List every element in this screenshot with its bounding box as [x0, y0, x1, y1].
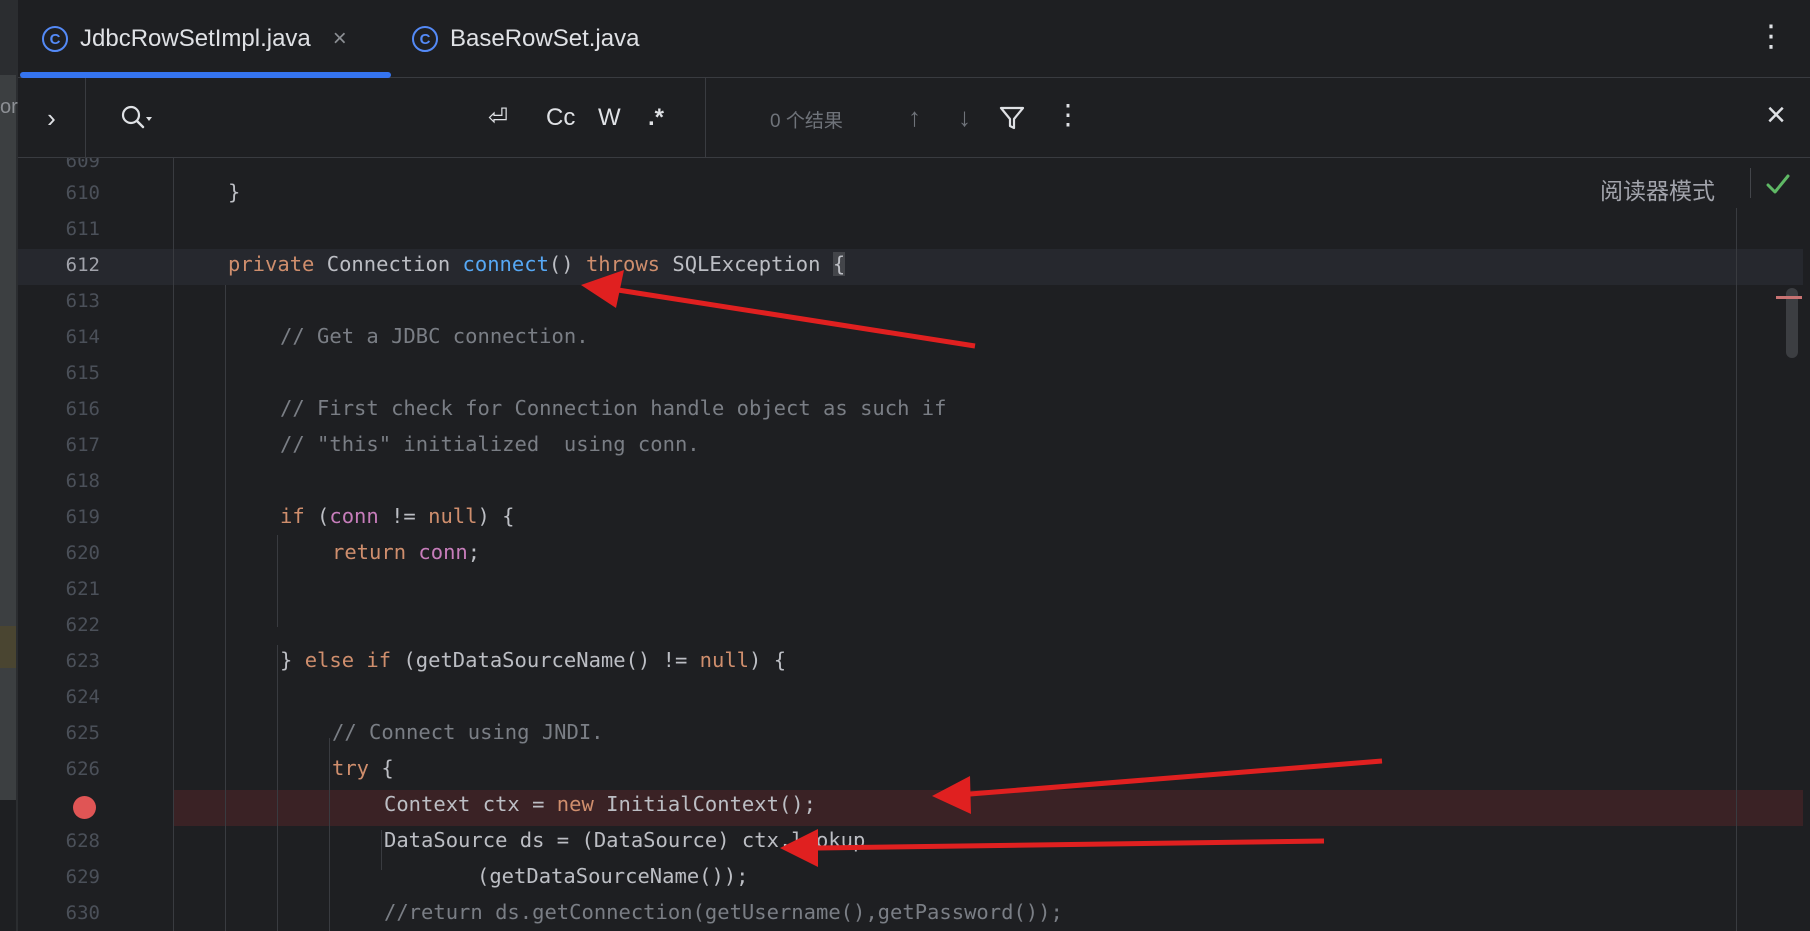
- tab-jdbcrowsetimpl[interactable]: C JdbcRowSetImpl.java ×: [42, 0, 347, 78]
- divider: [705, 78, 706, 158]
- whole-words-option[interactable]: W: [598, 100, 621, 136]
- annotation-arrowhead: [932, 776, 971, 814]
- annotation-arrowhead: [581, 270, 624, 308]
- class-icon: C: [42, 26, 68, 52]
- previous-occurrence-icon[interactable]: ↑: [908, 102, 921, 133]
- class-icon: C: [412, 26, 438, 52]
- background-panel: [0, 75, 16, 801]
- next-occurrence-icon[interactable]: ↓: [958, 102, 971, 133]
- background-highlight: [0, 626, 16, 668]
- filter-icon[interactable]: [998, 104, 1026, 132]
- background-lower: [0, 800, 16, 931]
- code-editor[interactable]: 609 610 611 612 613 614 615 616 617 618 …: [18, 158, 1810, 931]
- new-line-option-icon[interactable]: ⏎: [488, 100, 508, 136]
- annotation-arrow: [617, 287, 976, 349]
- annotation-arrow: [817, 838, 1325, 851]
- close-search-icon[interactable]: ×: [1766, 96, 1786, 135]
- regex-option[interactable]: .*: [648, 100, 664, 136]
- annotation-arrow: [969, 758, 1383, 797]
- result-count: 0 个结果: [770, 111, 843, 132]
- editor-tab-bar: C JdbcRowSetImpl.java × C BaseRowSet.jav…: [18, 0, 1810, 78]
- tab-label: BaseRowSet.java: [450, 25, 640, 52]
- more-tabs-icon[interactable]: ⋮: [1756, 22, 1786, 52]
- annotation-arrowhead: [780, 829, 818, 867]
- search-input[interactable]: [168, 100, 468, 136]
- more-options-icon[interactable]: ⋮: [1054, 98, 1082, 131]
- background-text: or: [0, 96, 18, 118]
- expand-replace-icon[interactable]: ›: [18, 78, 86, 158]
- find-bar: › ⏎ Cc W .* 0 个结果 ↑ ↓ ⋮ ×: [18, 78, 1810, 158]
- match-case-option[interactable]: Cc: [546, 100, 575, 136]
- search-icon[interactable]: [120, 104, 160, 132]
- annotation-arrows: [581, 270, 1383, 867]
- background-window-strip: or: [0, 0, 18, 931]
- close-tab-icon[interactable]: ×: [333, 25, 347, 53]
- tab-label: JdbcRowSetImpl.java: [80, 25, 311, 52]
- tab-baserowset[interactable]: C BaseRowSet.java: [412, 0, 639, 78]
